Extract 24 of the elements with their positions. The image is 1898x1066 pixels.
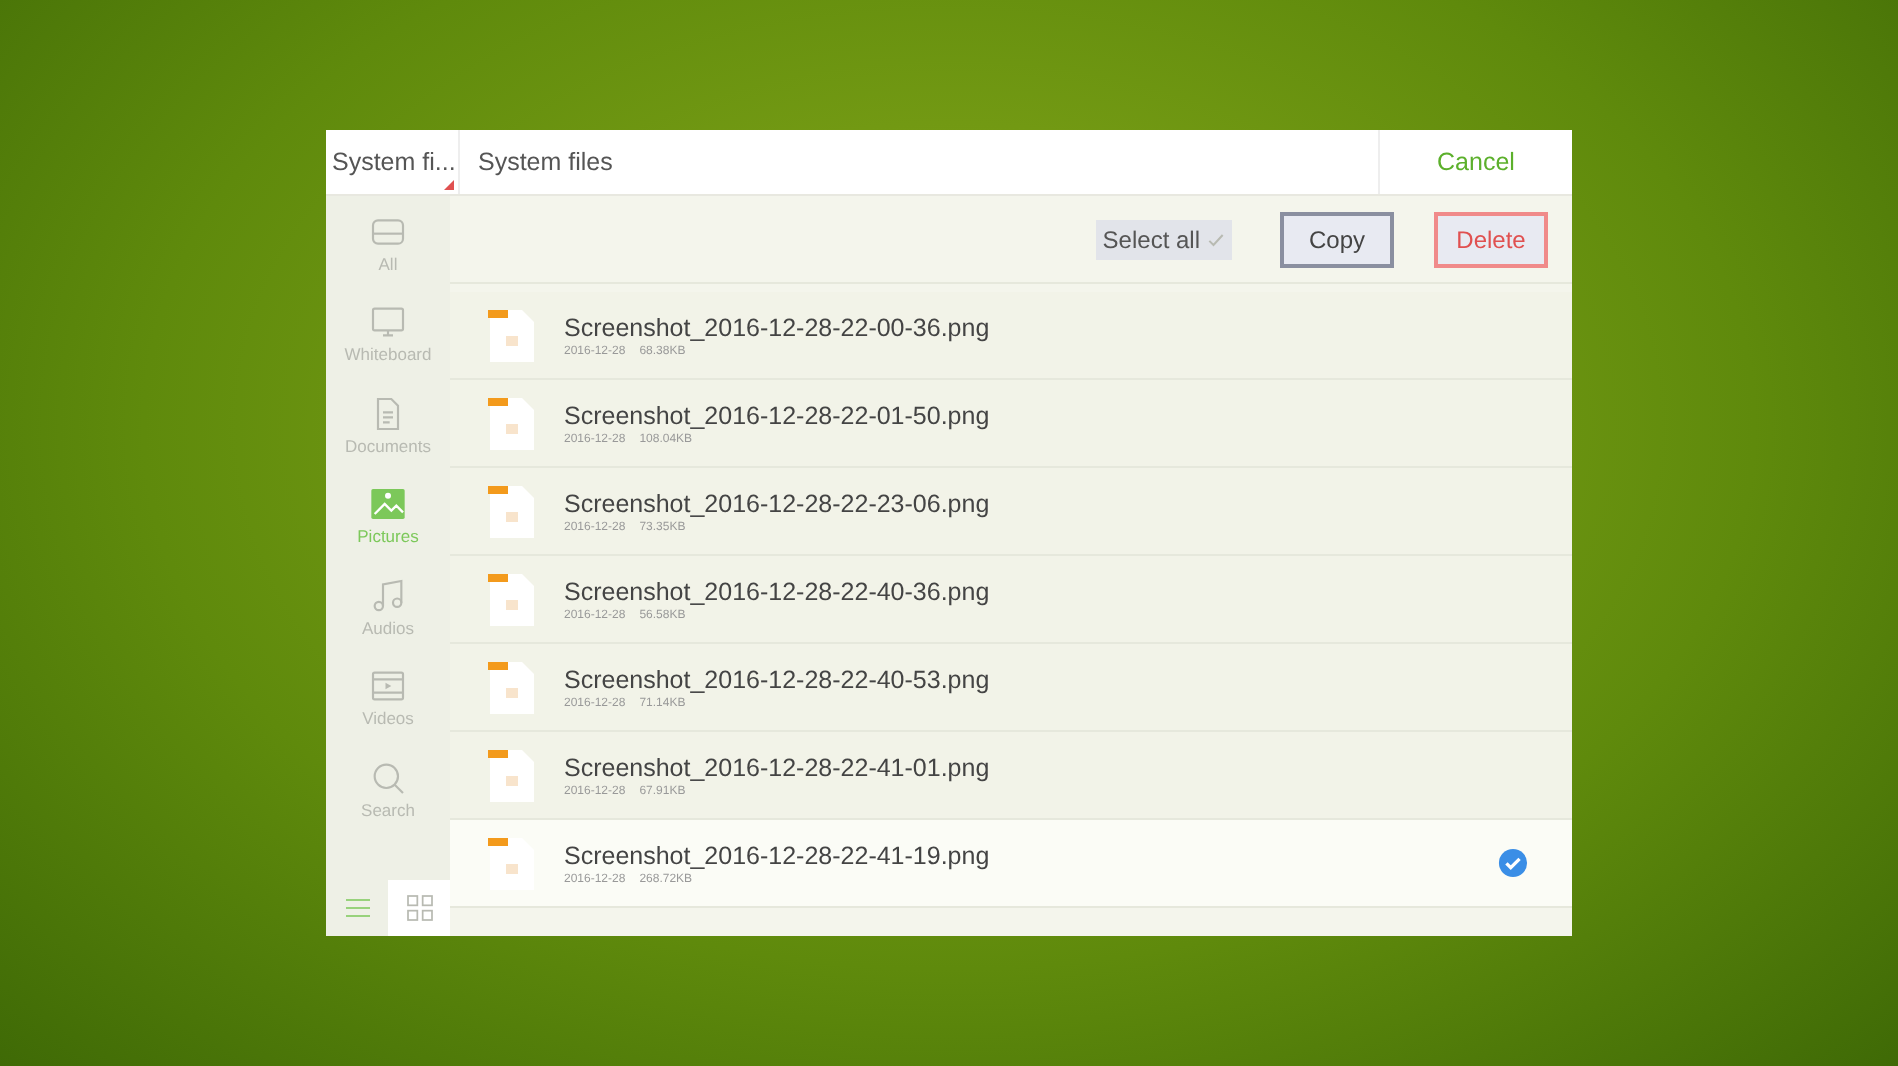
image-file-icon — [486, 481, 538, 541]
image-file-icon — [486, 745, 538, 805]
file-name: Screenshot_2016-12-28-22-23-06.png — [564, 487, 992, 519]
image-file-icon — [486, 569, 538, 629]
view-toggle[interactable] — [388, 880, 450, 936]
checkmark-icon — [1206, 229, 1226, 249]
image-file-icon — [486, 393, 538, 453]
videos-icon — [368, 666, 408, 706]
whiteboard-icon — [368, 302, 408, 342]
file-name: Screenshot_2016-12-28-22-40-53.png — [564, 663, 992, 695]
select-all-button[interactable]: Select all — [1096, 219, 1232, 259]
copy-button[interactable]: Copy — [1280, 211, 1394, 267]
grid-view-icon — [403, 892, 435, 924]
image-file-icon — [486, 657, 538, 717]
image-file-icon — [486, 305, 538, 365]
file-name: Screenshot_2016-12-28-22-00-36.png — [564, 311, 992, 343]
audios-icon — [368, 575, 408, 615]
file-name: Screenshot_2016-12-28-22-01-50.png — [564, 399, 992, 431]
image-file-icon — [486, 833, 538, 893]
file-name: Screenshot_2016-12-28-22-41-01.png — [564, 751, 992, 783]
checkmark-icon — [1498, 848, 1528, 878]
file-name: Screenshot_2016-12-28-22-40-36.png — [564, 575, 992, 607]
file-name: Screenshot_2016-12-28-22-41-19.png — [564, 839, 992, 871]
pictures-icon — [368, 484, 408, 524]
